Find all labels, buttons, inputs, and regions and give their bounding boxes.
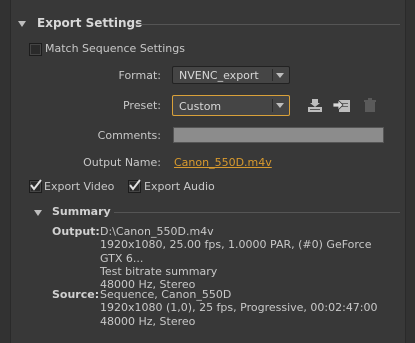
comments-label: Comments: (97, 129, 161, 142)
preset-dropdown[interactable]: Custom (172, 95, 290, 116)
export-audio-label: Export Audio (144, 180, 215, 193)
match-sequence-label: Match Sequence Settings (45, 42, 185, 55)
checkmark-icon (30, 179, 42, 191)
format-dropdown[interactable]: NVENC_export (172, 66, 290, 84)
collapse-triangle-icon[interactable] (18, 21, 26, 27)
source-summary-label: Source: (52, 288, 100, 301)
output-summary-lines: D:\Canon_550D.m4v 1920x1080, 25.00 fps, … (100, 225, 395, 291)
source-name: Sequence, Canon_550D (100, 288, 232, 301)
format-label: Format: (118, 69, 161, 82)
output-summary-label: Output: (52, 225, 100, 238)
summary-title: Summary (52, 205, 111, 218)
checkmark-icon (129, 179, 141, 191)
dropdown-separator (272, 69, 273, 81)
collapse-triangle-icon[interactable] (34, 210, 42, 216)
delete-preset-icon[interactable] (363, 97, 377, 113)
output-name-link[interactable]: Canon_550D.m4v (174, 156, 272, 169)
header-divider (134, 24, 400, 25)
output-path: D:\Canon_550D.m4v (100, 225, 214, 238)
export-settings-header[interactable]: Export Settings (0, 9, 415, 35)
source-audio-info: 48000 Hz, Stereo (100, 314, 196, 328)
export-video-label: Export Video (44, 180, 115, 193)
match-sequence-checkbox[interactable] (29, 43, 42, 56)
output-video-info: 1920x1080, 25.00 fps, 1.0000 PAR, (#0) G… (100, 238, 372, 265)
source-summary-lines: Sequence, Canon_550D 1920x1080 (1,0), 25… (100, 288, 395, 328)
export-video-checkbox[interactable] (29, 179, 42, 193)
preset-value: Custom (179, 100, 222, 113)
comments-field[interactable] (173, 127, 384, 143)
import-preset-icon[interactable] (333, 97, 351, 113)
section-title: Export Settings (37, 16, 143, 30)
chevron-down-icon (276, 73, 284, 78)
dropdown-separator (272, 99, 273, 112)
summary-divider (114, 212, 400, 213)
chevron-down-icon (276, 103, 284, 108)
format-value: NVENC_export (179, 69, 259, 82)
output-bitrate-info: Test bitrate summary (100, 264, 218, 278)
source-video-info: 1920x1080 (1,0), 25 fps, Progressive, 00… (100, 301, 378, 315)
save-preset-icon[interactable] (307, 97, 323, 113)
output-name-label: Output Name: (83, 156, 161, 169)
preset-label: Preset: (122, 99, 161, 112)
export-audio-checkbox[interactable] (128, 179, 141, 193)
